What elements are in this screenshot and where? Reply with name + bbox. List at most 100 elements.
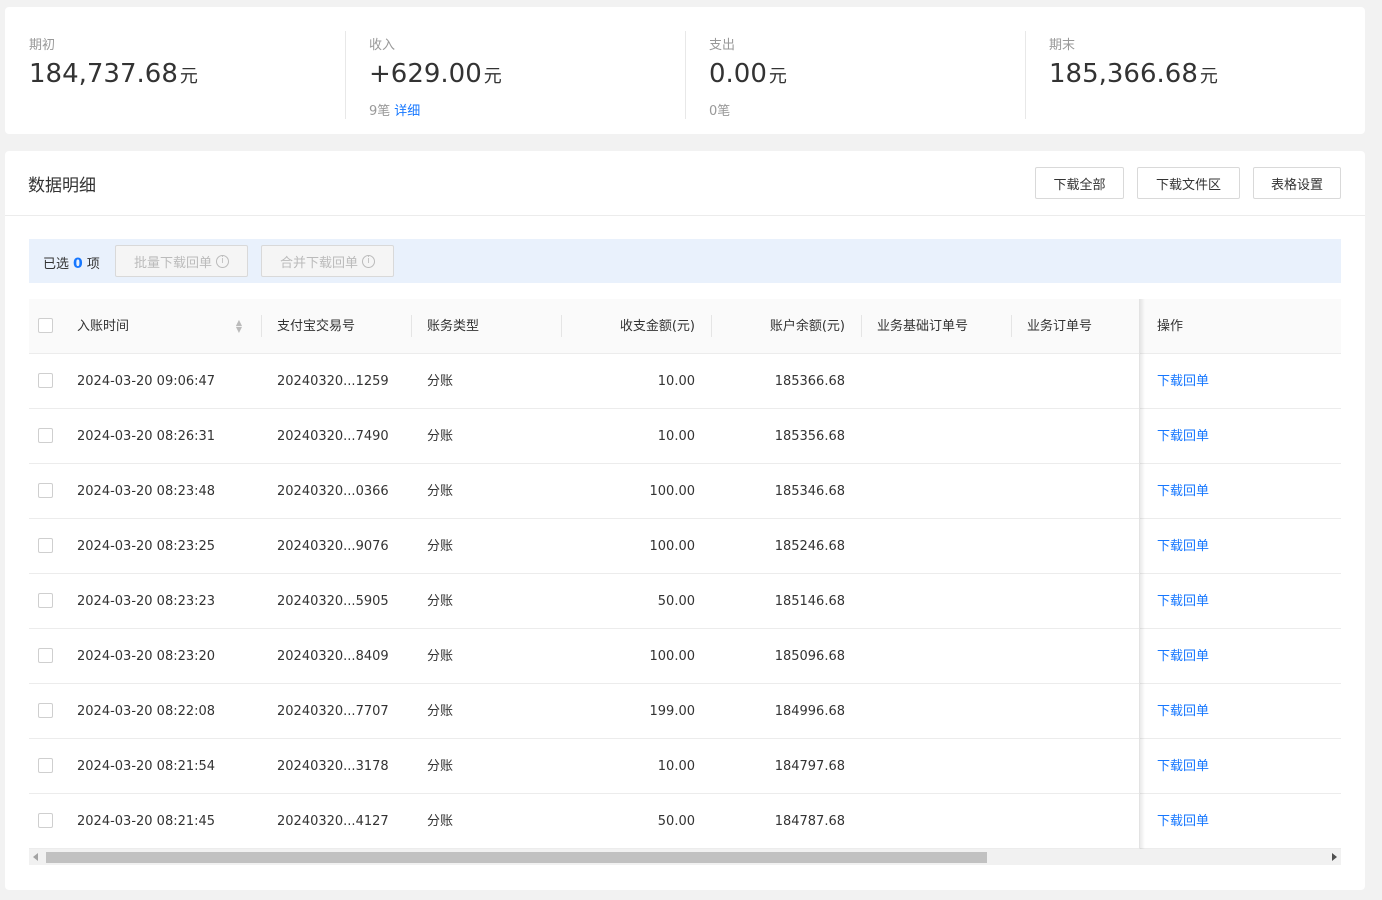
fixed-column-border <box>1139 299 1140 849</box>
stat-sub: 9笔 详细 <box>369 100 420 119</box>
row-checkbox[interactable] <box>38 428 53 443</box>
selection-count: 0 <box>73 256 83 272</box>
download-receipt-link[interactable]: 下载回单 <box>1157 739 1209 794</box>
batch-download-button[interactable]: 批量下载回单 i <box>115 245 248 277</box>
stat-income: 收入 +629.00 元 9笔 详细 <box>345 7 685 134</box>
column-header-base-order: 业务基础订单号 <box>877 319 969 334</box>
cell-amount: 50.00 <box>657 594 695 609</box>
stat-amount: 184,737.68 <box>29 59 178 89</box>
cell-type: 分账 <box>427 594 454 609</box>
stat-unit: 元 <box>483 66 502 87</box>
divider <box>1025 31 1026 119</box>
column-header-trade-no: 支付宝交易号 <box>277 319 356 334</box>
download-receipt-link[interactable]: 下载回单 <box>1157 464 1209 519</box>
cell-time: 2024-03-20 08:23:23 <box>77 594 216 609</box>
cell-time: 2024-03-20 08:26:31 <box>77 429 216 444</box>
info-icon: i <box>362 254 375 268</box>
income-detail-link[interactable]: 详细 <box>394 104 420 119</box>
selection-suffix: 项 <box>86 257 100 272</box>
download-files-button[interactable]: 下载文件区 <box>1137 167 1240 199</box>
row-checkbox[interactable] <box>38 648 53 663</box>
column-separator <box>861 315 862 337</box>
stat-value: +629.00 元 <box>369 57 502 94</box>
stat-count: 9笔 <box>369 104 391 119</box>
cell-time: 2024-03-20 09:06:47 <box>77 374 216 389</box>
stat-label: 期初 <box>29 38 56 53</box>
stat-amount: +629.00 <box>369 59 482 89</box>
cell-type: 分账 <box>427 484 454 499</box>
column-header-type: 账务类型 <box>427 319 480 334</box>
cell-balance: 185366.68 <box>774 374 845 389</box>
summary-card: 期初 184,737.68 元 收入 +629.00 元 9笔 详细 支出 0.00 元… <box>5 7 1365 134</box>
sort-icon[interactable]: ▲ ▼ <box>234 319 244 334</box>
cell-time: 2024-03-20 08:21:54 <box>77 759 216 774</box>
selection-bar: 已选 0 项 批量下载回单 i 合并下载回单 i <box>29 239 1341 283</box>
download-receipt-link[interactable]: 下载回单 <box>1157 684 1209 739</box>
row-checkbox[interactable] <box>38 593 53 608</box>
cell-time: 2024-03-20 08:23:48 <box>77 484 216 499</box>
cell-type: 分账 <box>427 429 454 444</box>
info-icon: i <box>216 254 229 268</box>
page-title: 数据明细 <box>28 176 96 196</box>
row-checkbox[interactable] <box>38 373 53 388</box>
cell-amount: 100.00 <box>649 484 696 499</box>
cell-amount: 10.00 <box>657 374 695 389</box>
download-receipt-link[interactable]: 下载回单 <box>1157 354 1209 409</box>
download-all-button[interactable]: 下载全部 <box>1035 167 1124 199</box>
cell-balance: 185096.68 <box>774 649 845 664</box>
transactions-table: 入账时间 ▲ ▼ 支付宝交易号 账务类型 收支金额(元) 账户余额(元) 业务基础… <box>29 299 1341 849</box>
stat-unit: 元 <box>768 66 787 87</box>
stat-label: 期末 <box>1049 38 1076 53</box>
column-header-action: 操作 <box>1157 319 1184 334</box>
download-receipt-link[interactable]: 下载回单 <box>1157 519 1209 574</box>
column-header-amount: 收支金额(元) <box>619 319 695 334</box>
stat-amount: 0.00 <box>709 59 767 89</box>
download-receipt-link[interactable]: 下载回单 <box>1157 629 1209 684</box>
row-checkbox[interactable] <box>38 813 53 828</box>
row-checkbox[interactable] <box>38 538 53 553</box>
scrollbar-thumb[interactable] <box>46 852 987 863</box>
cell-amount: 100.00 <box>649 649 696 664</box>
stat-expense: 支出 0.00 元 0笔 <box>685 7 1025 134</box>
details-card: 数据明细 下载全部 下载文件区 表格设置 已选 0 项 批量下载回单 i 合并下载回单… <box>5 151 1365 890</box>
stat-value: 185,366.68 元 <box>1049 57 1218 94</box>
cell-trade-no: 20240320...7707 <box>277 704 389 719</box>
cell-trade-no: 20240320...9076 <box>277 539 389 554</box>
cell-amount: 199.00 <box>649 704 696 719</box>
column-header-order: 业务订单号 <box>1027 319 1093 334</box>
cell-amount: 10.00 <box>657 429 695 444</box>
scroll-left-arrow-icon[interactable] <box>33 853 38 861</box>
batch-download-label: 批量下载回单 <box>133 255 212 271</box>
stat-label: 收入 <box>369 38 396 53</box>
row-checkbox[interactable] <box>38 758 53 773</box>
row-checkbox[interactable] <box>38 703 53 718</box>
stat-closing: 期末 185,366.68 元 <box>1025 7 1365 134</box>
download-receipt-link[interactable]: 下载回单 <box>1157 574 1209 629</box>
download-receipt-link[interactable]: 下载回单 <box>1157 794 1209 849</box>
stat-value: 0.00 元 <box>709 57 787 94</box>
selection-status: 已选 0 项 <box>43 253 100 272</box>
cell-type: 分账 <box>427 539 454 554</box>
cell-trade-no: 20240320...0366 <box>277 484 389 499</box>
cell-balance: 185356.68 <box>774 429 845 444</box>
cell-amount: 100.00 <box>649 539 696 554</box>
cell-time: 2024-03-20 08:22:08 <box>77 704 216 719</box>
row-checkbox[interactable] <box>38 483 53 498</box>
cell-trade-no: 20240320...1259 <box>277 374 389 389</box>
cell-type: 分账 <box>427 814 454 829</box>
cell-trade-no: 20240320...7490 <box>277 429 389 444</box>
cell-amount: 50.00 <box>657 814 695 829</box>
stat-unit: 元 <box>1199 66 1218 87</box>
cell-trade-no: 20240320...4127 <box>277 814 389 829</box>
scroll-right-arrow-icon[interactable] <box>1332 853 1337 861</box>
column-separator <box>411 315 412 337</box>
download-receipt-link[interactable]: 下载回单 <box>1157 409 1209 464</box>
merge-download-button[interactable]: 合并下载回单 i <box>261 245 394 277</box>
table-settings-button[interactable]: 表格设置 <box>1253 167 1341 199</box>
column-separator <box>1011 315 1012 337</box>
horizontal-scrollbar[interactable] <box>29 849 1341 865</box>
cell-trade-no: 20240320...3178 <box>277 759 389 774</box>
cell-time: 2024-03-20 08:23:25 <box>77 539 216 554</box>
divider <box>5 215 1365 216</box>
select-all-checkbox[interactable] <box>38 318 53 333</box>
